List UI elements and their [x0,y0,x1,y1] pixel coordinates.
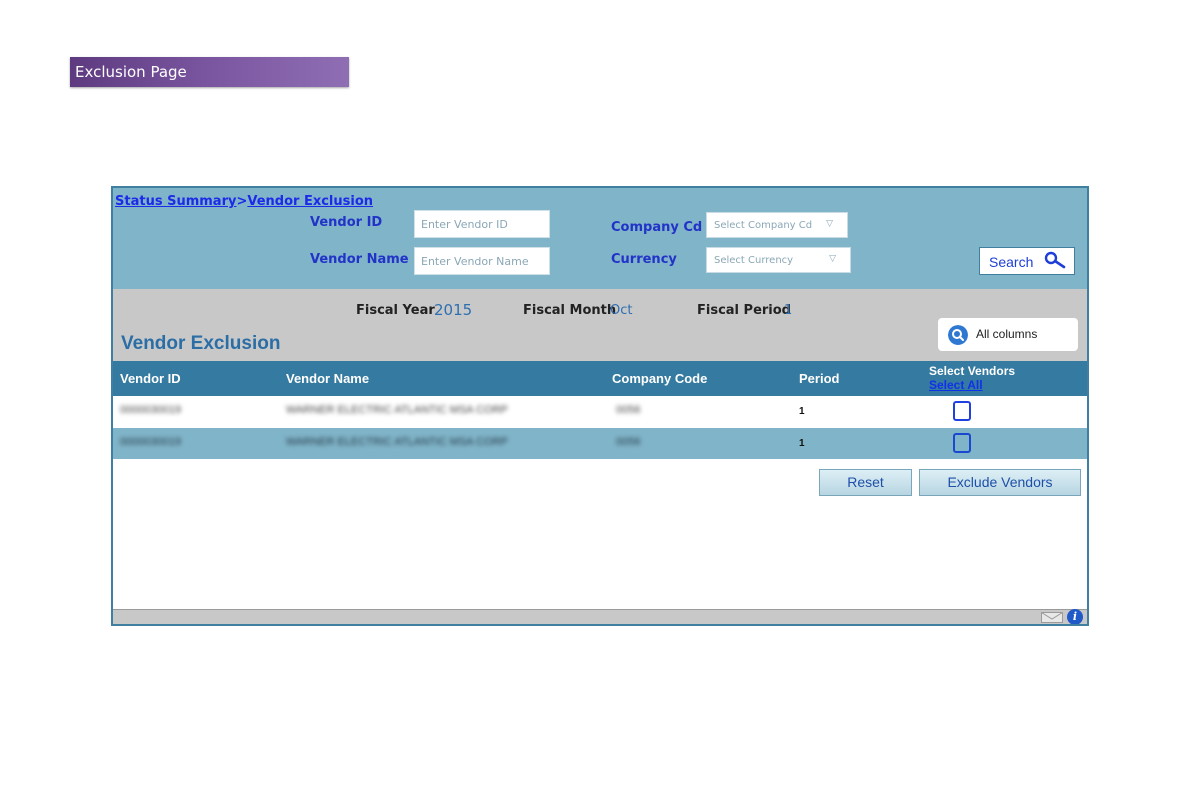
info-icon[interactable]: i [1067,609,1083,624]
cell-vendor-name: WARNER ELECTRIC ATLANTIC MSA CORP [286,404,508,416]
company-cd-value: Select Company Cd [714,220,813,231]
chevron-down-icon: ▽ [829,254,836,264]
fiscal-period-value: 1 [784,303,793,318]
fiscal-year-label: Fiscal Year [356,303,435,318]
section-title: Vendor Exclusion [121,333,281,354]
mail-icon[interactable] [1041,612,1063,623]
cell-period: 1 [799,406,805,417]
breadcrumb-separator: > [236,194,248,209]
all-columns-filter[interactable]: All columns [938,318,1078,351]
table-header: Vendor ID Vendor Name Company Code Perio… [113,361,1087,396]
search-panel: Status Summary>Vendor Exclusion Vendor I… [113,188,1087,289]
currency-select[interactable]: Select Currency ▽ [706,247,851,273]
header-vendor-id: Vendor ID [120,371,181,386]
vendor-name-label: Vendor Name [310,252,409,267]
fiscal-month-label: Fiscal Month [523,303,617,318]
fiscal-year-value: 2015 [434,301,473,319]
row-checkbox[interactable] [953,401,971,421]
company-cd-select[interactable]: Select Company Cd ▽ [706,212,848,238]
breadcrumb: Status Summary>Vendor Exclusion [115,194,373,209]
row-checkbox[interactable] [953,433,971,453]
cell-vendor-id: 0000030019 [120,404,182,416]
search-button[interactable]: Search [979,247,1075,275]
page-banner: Exclusion Page [70,57,349,87]
fiscal-bar: Fiscal Year 2015 Fiscal Month Oct Fiscal… [113,289,1087,361]
currency-value: Select Currency [714,255,794,266]
search-button-label: Search [989,254,1034,270]
select-all-link[interactable]: Select All [929,378,983,392]
cell-period: 1 [799,438,805,449]
exclude-vendors-button[interactable]: Exclude Vendors [919,469,1081,496]
reset-button[interactable]: Reset [819,469,912,496]
cell-company-code: 0056 [616,404,641,416]
breadcrumb-status-summary[interactable]: Status Summary [115,194,236,209]
status-bar: i [113,609,1087,624]
currency-label: Currency [611,252,677,267]
header-company-code: Company Code [612,371,708,386]
header-vendor-name: Vendor Name [286,371,370,386]
page-banner-title: Exclusion Page [75,63,187,81]
cell-company-code: 0056 [616,436,641,448]
fiscal-month-value: Oct [610,303,633,318]
vendor-id-input[interactable] [414,210,550,238]
header-period: Period [799,371,840,386]
vendor-exclusion-panel: Status Summary>Vendor Exclusion Vendor I… [111,186,1089,626]
breadcrumb-vendor-exclusion[interactable]: Vendor Exclusion [247,194,373,209]
fiscal-period-label: Fiscal Period [697,303,791,318]
company-cd-label: Company Cd [611,220,703,235]
table-row: 0000030019 WARNER ELECTRIC ATLANTIC MSA … [113,396,1087,427]
cell-vendor-name: WARNER ELECTRIC ATLANTIC MSA CORP [286,436,508,448]
table-row: 0000030019 WARNER ELECTRIC ATLANTIC MSA … [113,428,1087,459]
vendor-name-input[interactable] [414,247,550,275]
chevron-down-icon: ▽ [826,219,833,229]
cell-vendor-id: 0000030019 [120,436,182,448]
magnifier-icon [948,325,968,345]
search-icon [1044,251,1066,269]
header-select-vendors: Select Vendors [929,364,1016,378]
vendor-id-label: Vendor ID [310,215,383,230]
all-columns-label: All columns [976,327,1038,341]
